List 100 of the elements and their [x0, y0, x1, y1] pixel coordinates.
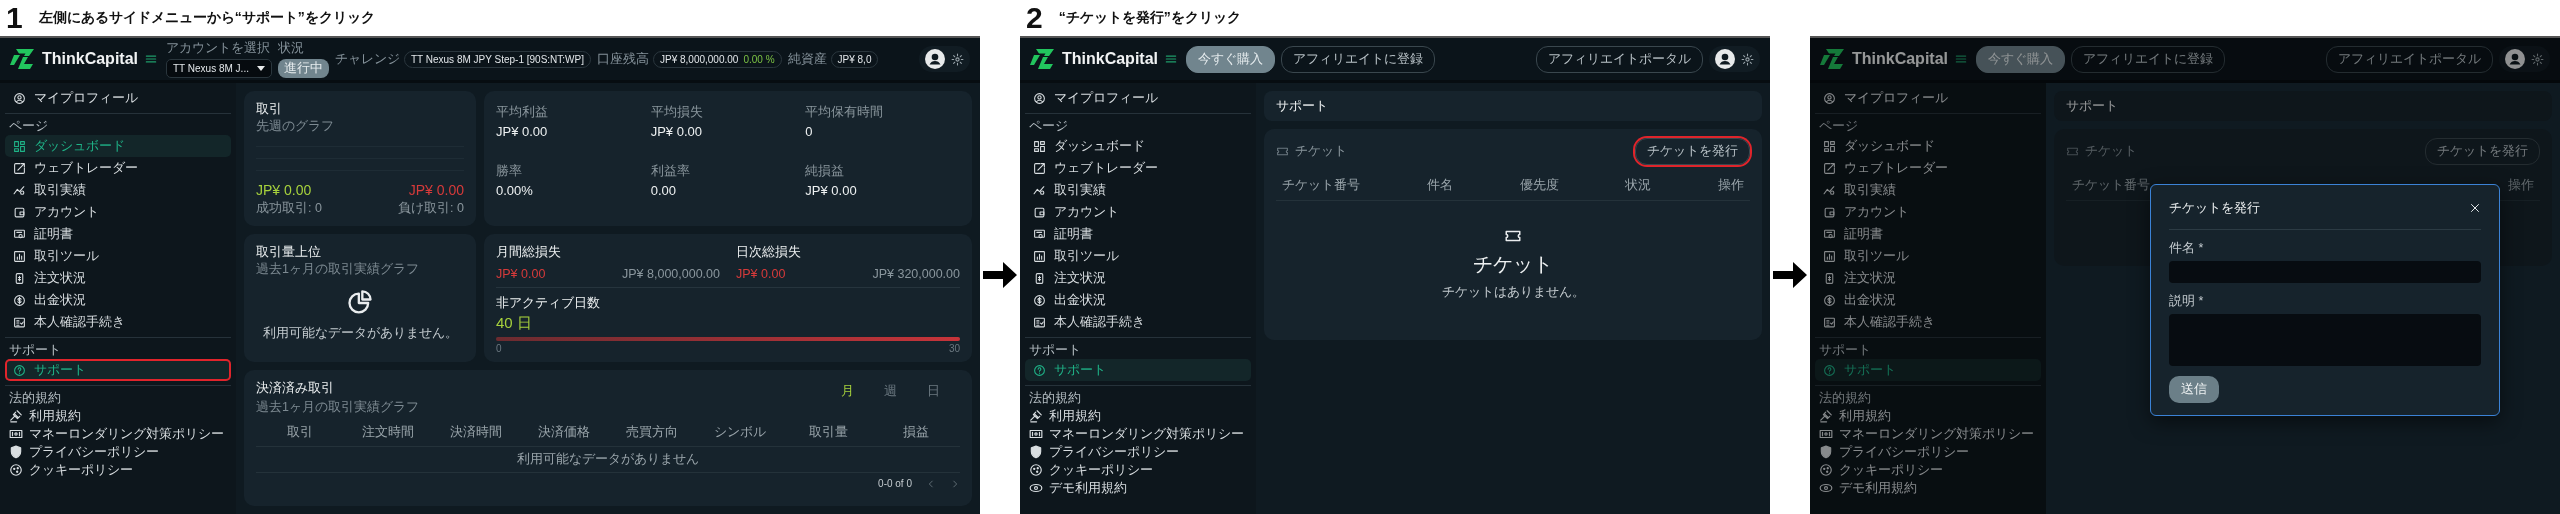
win-amount: JP¥ 0.00 [256, 182, 313, 198]
line-chart-icon [1823, 183, 1836, 197]
outline-button[interactable]: アフィリエイトポータル [1536, 45, 1703, 73]
legal-link[interactable]: プライバシーポリシー [1815, 443, 1973, 461]
column-header: 優先度 [1519, 177, 1559, 194]
nav-item[interactable]: 出金状況 [1025, 289, 1251, 311]
nav-item[interactable]: 出金状況 [5, 289, 231, 311]
nav-item[interactable]: 取引ツール [1025, 245, 1251, 267]
new-ticket-button[interactable]: チケットを発行 [2425, 138, 2540, 165]
account-menu[interactable] [919, 46, 970, 72]
logo-icon [10, 49, 36, 69]
loss-count: 負け取引: 0 [398, 200, 464, 217]
stat-value: 0.00 [650, 182, 677, 198]
nav-item[interactable]: ウェブトレーダー [5, 157, 231, 179]
nav-item[interactable]: ウェブトレーダー [1025, 157, 1251, 179]
account-select[interactable]: TT Nexus 8M J... [166, 59, 272, 78]
nav-item[interactable]: マイプロフィール [1025, 87, 1251, 109]
column-header: 決済時間 [449, 424, 503, 441]
menu-icon[interactable] [144, 52, 158, 66]
new-ticket-button[interactable]: チケットを発行 [1635, 138, 1750, 165]
dollar-icon [1033, 293, 1046, 307]
text-field[interactable] [2169, 261, 2481, 283]
wallet-icon [1033, 205, 1046, 219]
nav-item[interactable]: アカウント [5, 201, 231, 223]
field-label: アカウントを選択 [166, 40, 271, 57]
nav-item[interactable]: 証明書 [1815, 223, 2041, 245]
outline-button[interactable]: アフィリエイトに登録 [2071, 45, 2225, 73]
nav-item[interactable]: 注文状況 [1815, 267, 2041, 289]
avatar-icon[interactable] [925, 49, 945, 69]
settings-icon[interactable] [2531, 52, 2544, 66]
outline-button[interactable]: アフィリエイトポータル [2326, 45, 2493, 73]
help-icon [1033, 363, 1046, 377]
page-title: サポート [2054, 91, 2552, 121]
nav-item[interactable]: 証明書 [5, 223, 231, 245]
field-label: 件名 * [2169, 240, 2205, 257]
menu-icon[interactable] [1164, 52, 1178, 66]
nav-item[interactable]: 注文状況 [1025, 267, 1251, 289]
legal-link[interactable]: マネーロンダリング対策ポリシー [5, 425, 228, 443]
outline-button[interactable]: アフィリエイトに登録 [1281, 45, 1435, 73]
square-arrow-icon [13, 161, 26, 175]
logo-text: ThinkCapital [42, 50, 138, 68]
account-menu[interactable] [1709, 46, 1760, 72]
nav-item[interactable]: サポート [1025, 359, 1251, 381]
shield-icon [9, 445, 23, 459]
avatar-icon[interactable] [1715, 49, 1735, 69]
legal-link[interactable]: 利用規約 [5, 407, 85, 425]
grid-icon [1033, 139, 1046, 153]
checklist-icon [13, 315, 26, 329]
stat-value: JP¥ 0.00 [650, 124, 703, 139]
step-number: 1 [6, 3, 23, 33]
nav-item[interactable]: 取引実績 [1025, 179, 1251, 201]
avatar-icon[interactable] [2505, 49, 2525, 69]
nav-item[interactable]: アカウント [1815, 201, 2041, 223]
nav-item[interactable]: サポート [5, 359, 231, 381]
legal-link[interactable]: クッキーポリシー [5, 461, 137, 479]
card-subtitle: 先週のグラフ [256, 118, 335, 135]
card-title: 決済済み取引 [256, 379, 335, 397]
nav-item[interactable]: マイプロフィール [5, 87, 231, 109]
nav-item[interactable]: 本人確認手続き [5, 311, 231, 333]
change-value: 0.00 % [743, 53, 775, 65]
nav-item[interactable]: アカウント [1025, 201, 1251, 223]
nav-item[interactable]: ダッシュボード [5, 135, 231, 157]
nav-item[interactable]: 取引ツール [1815, 245, 2041, 267]
legal-link[interactable]: クッキーポリシー [1815, 461, 1947, 479]
legal-link[interactable]: デモ利用規約 [1025, 479, 1131, 497]
nav-item[interactable]: 本人確認手続き [1815, 311, 2041, 333]
settings-icon[interactable] [951, 52, 964, 66]
nav-item[interactable]: 出金状況 [1815, 289, 2041, 311]
nav-item[interactable]: 取引実績 [1815, 179, 2041, 201]
help-icon [1823, 363, 1836, 377]
chip-value: JP¥ 8,0 [837, 53, 872, 65]
legal-link[interactable]: クッキーポリシー [1025, 461, 1157, 479]
legal-link[interactable]: 利用規約 [1815, 407, 1895, 425]
nav-item[interactable]: 取引ツール [5, 245, 231, 267]
chip-label: 口座残高 [597, 50, 649, 68]
nav-item[interactable]: 注文状況 [5, 267, 231, 289]
nav-item[interactable]: 証明書 [1025, 223, 1251, 245]
legal-link[interactable]: デモ利用規約 [1815, 479, 1921, 497]
stat-label: 利益率 [650, 162, 691, 180]
account-menu[interactable] [2499, 46, 2550, 72]
legal-link[interactable]: マネーロンダリング対策ポリシー [1815, 425, 2038, 443]
document-icon [1823, 271, 1836, 285]
nav-item[interactable]: ウェブトレーダー [1815, 157, 2041, 179]
scale-max: 30 [948, 343, 960, 354]
submit-button[interactable]: 送信 [2169, 376, 2219, 403]
close-icon[interactable] [2469, 202, 2481, 214]
period-tab[interactable]: 月 [841, 383, 854, 400]
settings-icon[interactable] [1741, 52, 1754, 66]
legal-link[interactable]: マネーロンダリング対策ポリシー [1025, 425, 1248, 443]
period-tab[interactable]: 週 [884, 383, 897, 400]
line-chart-icon [13, 183, 26, 197]
legal-link[interactable]: 利用規約 [1025, 407, 1105, 425]
nav-item[interactable]: 本人確認手続き [1025, 311, 1251, 333]
legal-link[interactable]: プライバシーポリシー [1025, 443, 1183, 461]
nav-item[interactable]: 取引実績 [5, 179, 231, 201]
nav-item[interactable]: ダッシュボード [1815, 135, 2041, 157]
period-tab[interactable]: 日 [927, 383, 940, 400]
legal-link[interactable]: プライバシーポリシー [5, 443, 163, 461]
nav-item[interactable]: ダッシュボード [1025, 135, 1251, 157]
nav-item[interactable]: マイプロフィール [1815, 87, 2041, 109]
